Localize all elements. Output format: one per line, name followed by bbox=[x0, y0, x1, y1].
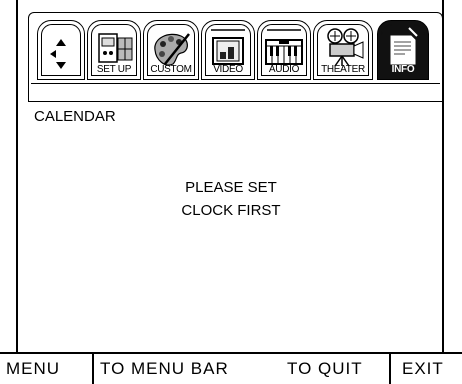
tab-audio-label: AUDIO bbox=[268, 64, 300, 75]
tab-custom-label: CUSTOM bbox=[150, 64, 192, 75]
bottom-menu-bar: MENU TO MENU BAR TO QUIT EXIT bbox=[0, 352, 462, 384]
to-menu-bar-hint: TO MENU BAR bbox=[100, 359, 229, 378]
tab-bar-baseline bbox=[31, 83, 440, 84]
arrows-icon bbox=[50, 39, 66, 69]
exit-key-label[interactable]: EXIT bbox=[402, 354, 444, 384]
menu-divider bbox=[389, 354, 391, 384]
tab-video-label: VIDEO bbox=[213, 64, 243, 75]
menu-divider bbox=[92, 354, 94, 384]
tab-setup-label: SET UP bbox=[96, 64, 132, 75]
to-quit-hint: TO QUIT bbox=[287, 359, 363, 378]
tab-theater[interactable]: THEATER bbox=[313, 20, 373, 80]
tab-setup[interactable]: SET UP bbox=[87, 20, 141, 80]
tab-info[interactable]: INFO bbox=[377, 20, 429, 80]
menu-key-label[interactable]: MENU bbox=[6, 354, 60, 384]
clock-warning-message: PLEASE SET CLOCK FIRST bbox=[0, 176, 462, 222]
message-line-2: CLOCK FIRST bbox=[181, 202, 281, 219]
tab-audio[interactable]: AUDIO bbox=[257, 20, 311, 80]
tab-info-label: INFO bbox=[391, 64, 415, 75]
tab-navigate[interactable] bbox=[37, 20, 85, 80]
tab-custom[interactable]: CUSTOM bbox=[143, 20, 199, 80]
section-title: CALENDAR bbox=[34, 108, 116, 125]
tab-video[interactable]: VIDEO bbox=[201, 20, 255, 80]
message-line-1: PLEASE SET bbox=[185, 179, 277, 196]
tv-onscreen-menu: SET UP CUSTOM VIDEO AUDIO THEATER INFO C… bbox=[0, 0, 462, 384]
tab-theater-label: THEATER bbox=[321, 64, 365, 75]
menu-tab-bar: SET UP CUSTOM VIDEO AUDIO THEATER INFO bbox=[28, 12, 443, 102]
